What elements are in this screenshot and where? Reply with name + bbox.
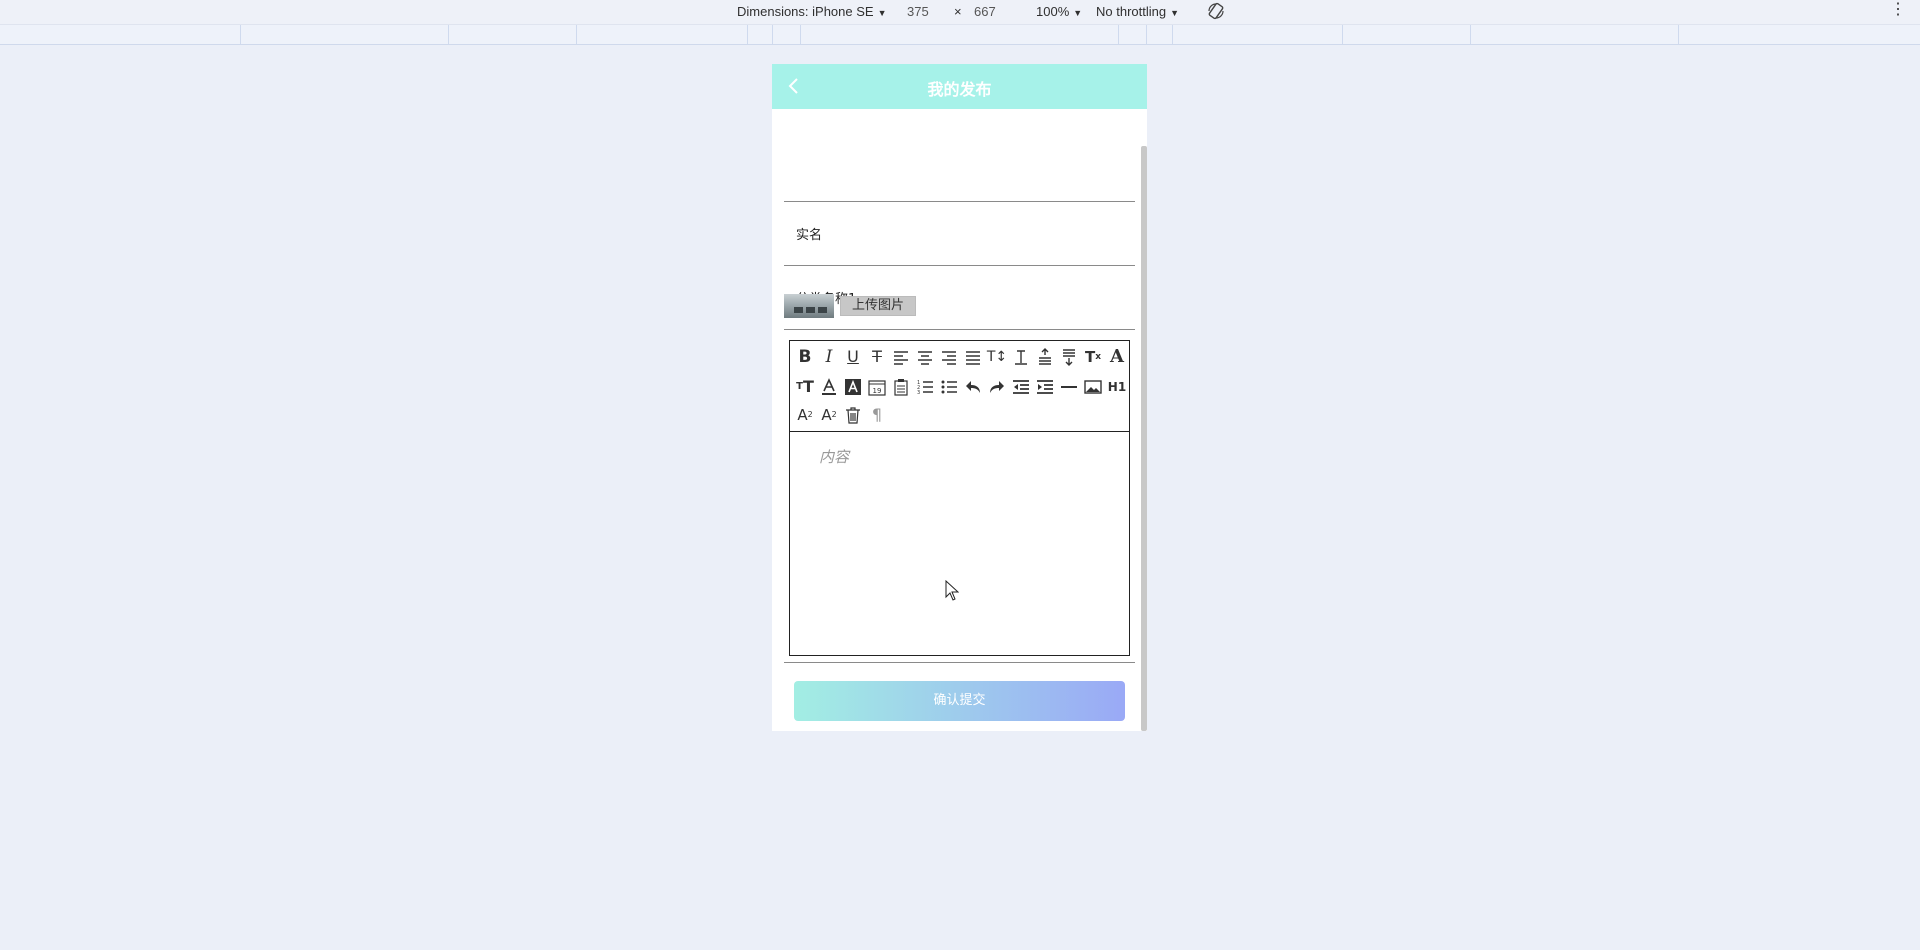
date-glyph: 19: [873, 387, 882, 395]
dropdown-caret-icon: ▼: [877, 8, 887, 18]
bold-icon[interactable]: B: [794, 346, 816, 368]
insert-date-icon[interactable]: 19: [866, 376, 888, 398]
paste-icon[interactable]: [890, 376, 912, 398]
device-label: Dimensions: iPhone SE: [737, 4, 874, 19]
upload-image-button[interactable]: 上传图片: [840, 296, 916, 316]
rotate-icon[interactable]: [1207, 2, 1225, 23]
thumbnail-detail: [818, 307, 827, 313]
width-input[interactable]: 375: [907, 4, 929, 19]
insert-image-icon[interactable]: [1082, 376, 1104, 398]
ruler-tick: [1172, 25, 1173, 44]
media-query-ruler: [0, 25, 1920, 45]
align-center-icon[interactable]: [914, 346, 936, 368]
space-below-icon[interactable]: [1058, 346, 1080, 368]
zoom-label: 100%: [1036, 4, 1070, 19]
more-options-icon[interactable]: ⋮: [1890, 2, 1906, 18]
zoom-selector[interactable]: 100% ▼: [1036, 4, 1082, 19]
font-family-icon[interactable]: A: [1106, 346, 1128, 368]
delete-icon[interactable]: [842, 404, 864, 426]
unordered-list-icon[interactable]: [938, 376, 960, 398]
dropdown-caret-icon: ▼: [1073, 8, 1083, 18]
throttling-selector[interactable]: No throttling ▼: [1096, 4, 1179, 19]
letter-spacing-icon[interactable]: [1010, 346, 1032, 368]
align-left-icon[interactable]: [890, 346, 912, 368]
realname-field[interactable]: 实名: [784, 202, 1135, 266]
uploaded-image-thumbnail[interactable]: [784, 294, 834, 318]
device-selector[interactable]: Dimensions: iPhone SE ▼: [737, 4, 887, 19]
heading-icon[interactable]: H1: [1106, 376, 1128, 398]
subscript-icon[interactable]: A2: [794, 404, 816, 426]
ruler-tick: [772, 25, 773, 44]
editor-placeholder: 内容: [819, 448, 850, 466]
ruler-tick: [1678, 25, 1679, 44]
line-height-icon[interactable]: T↕: [986, 346, 1008, 368]
thumbnail-detail: [806, 307, 815, 313]
mouse-cursor-icon: [945, 579, 960, 602]
height-input[interactable]: 667: [974, 4, 996, 19]
font-color-icon[interactable]: [818, 376, 840, 398]
ordered-list-icon[interactable]: 123: [914, 376, 936, 398]
ruler-tick: [448, 25, 449, 44]
superscript-icon[interactable]: A2: [818, 404, 840, 426]
outdent-icon[interactable]: [1010, 376, 1032, 398]
thumbnail-detail: [794, 307, 803, 313]
ruler-tick: [576, 25, 577, 44]
throttling-label: No throttling: [1096, 4, 1167, 19]
ruler-tick: [240, 25, 241, 44]
undo-icon[interactable]: [962, 376, 984, 398]
submit-button[interactable]: 确认提交: [794, 681, 1125, 721]
dropdown-caret-icon: ▼: [1170, 8, 1180, 18]
underline-icon[interactable]: U: [842, 346, 864, 368]
ruler-tick: [1146, 25, 1147, 44]
strikethrough-icon[interactable]: T: [866, 346, 888, 368]
ruler-tick: [800, 25, 801, 44]
page-title: 我的发布: [927, 80, 992, 99]
background-color-icon[interactable]: [842, 376, 864, 398]
editor-content-area[interactable]: 内容: [790, 432, 1129, 655]
dimension-separator: ×: [954, 4, 962, 19]
editor-toolbar: B I U T T↕ Tx A TT 19 123 H1 A 2 A 2 ¶: [790, 341, 1129, 432]
ruler-tick: [1118, 25, 1119, 44]
upload-row: 上传图片: [784, 294, 984, 318]
align-right-icon[interactable]: [938, 346, 960, 368]
divider: [784, 662, 1135, 663]
devtools-device-toolbar: Dimensions: iPhone SE ▼ 375 × 667 100% ▼ N…: [0, 0, 1920, 25]
ruler-tick: [747, 25, 748, 44]
scrollbar[interactable]: [1141, 146, 1147, 731]
paragraph-icon[interactable]: ¶: [866, 404, 888, 426]
nav-bar: 我的发布: [772, 64, 1147, 109]
clear-format-icon[interactable]: Tx: [1082, 346, 1104, 368]
align-justify-icon[interactable]: [962, 346, 984, 368]
indent-icon[interactable]: [1034, 376, 1056, 398]
ruler-tick: [1470, 25, 1471, 44]
svg-text:3: 3: [917, 390, 920, 396]
ruler-tick: [1342, 25, 1343, 44]
redo-icon[interactable]: [986, 376, 1008, 398]
rich-text-editor: B I U T T↕ Tx A TT 19 123 H1 A 2 A 2 ¶ 内…: [789, 340, 1130, 656]
horizontal-rule-icon[interactable]: [1058, 376, 1080, 398]
realname-value: 实名: [796, 228, 823, 243]
phone-viewport: 我的发布 开放 实名 分类名称1 上传图片 B I U T T↕: [772, 64, 1147, 731]
italic-icon[interactable]: I: [818, 346, 840, 368]
space-above-icon[interactable]: [1034, 346, 1056, 368]
font-size-icon[interactable]: TT: [794, 376, 816, 398]
